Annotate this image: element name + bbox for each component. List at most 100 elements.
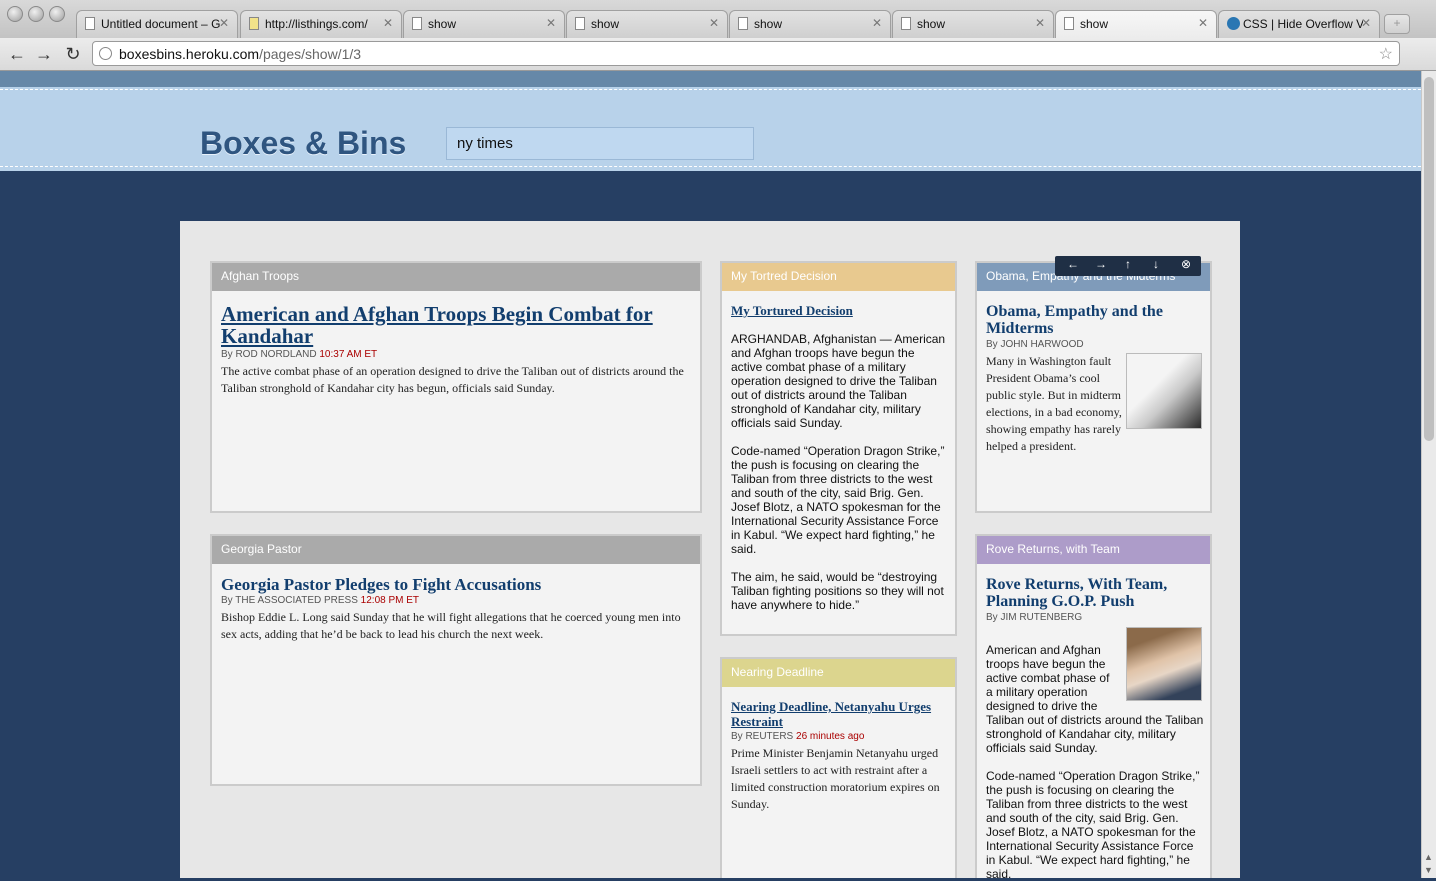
window-close-button[interactable] [7,6,23,22]
headline-link[interactable]: My Tortured Decision [731,303,946,318]
document-icon [85,17,95,30]
browser-tab[interactable]: Untitled document – G ✕ [76,10,238,38]
box-header[interactable]: Nearing Deadline [722,659,955,687]
browser-tab[interactable]: show ✕ [403,10,565,38]
tab-label: show [917,17,946,31]
window-zoom-button[interactable] [49,6,65,22]
headline-link[interactable]: American and Afghan Troops Begin Combat … [221,303,691,347]
site-header: Boxes & Bins [0,71,1421,171]
news-box-afghan[interactable]: Afghan Troops American and Afghan Troops… [210,261,702,513]
move-left-icon[interactable]: ← [1067,257,1079,271]
box-header[interactable]: Georgia Pastor [212,536,700,564]
tab-label: Untitled document – G [101,17,221,31]
tab-label: show [1080,17,1109,31]
browser-tab-active[interactable]: show ✕ [1055,10,1217,38]
author: By ROD NORDLAND [221,349,317,360]
close-icon[interactable]: ✕ [872,16,882,30]
headline-link[interactable]: Georgia Pastor Pledges to Fight Accusati… [221,576,691,594]
paragraph: Code-named “Operation Dragon Strike,” th… [986,769,1200,881]
news-box-rove[interactable]: Rove Returns, with Team Rove Returns, Wi… [975,534,1212,881]
summary: The active combat phase of an operation … [221,364,684,395]
reload-icon[interactable]: ↻ [62,43,84,65]
scroll-down-icon[interactable]: ▼ [1424,865,1433,875]
remove-box-icon[interactable]: ⊗ [1181,257,1191,271]
author: By THE ASSOCIATED PRESS [221,595,358,606]
move-up-icon[interactable]: ↑ [1125,257,1131,271]
address-bar[interactable]: boxesbins.heroku.com/pages/show/1/3 ☆ [92,41,1400,66]
paragraph: American and Afghan troops have begun th… [986,643,1204,755]
browser-tab[interactable]: show ✕ [566,10,728,38]
vertical-scrollbar[interactable]: ▲ ▼ [1421,71,1436,878]
box-header[interactable]: My Tortred Decision [722,263,955,291]
close-icon[interactable]: ✕ [1198,16,1208,30]
news-box-tortured[interactable]: My Tortred Decision My Tortured Decision… [720,261,957,636]
move-right-icon[interactable]: → [1095,257,1107,271]
summary: Bishop Eddie L. Long said Sunday that he… [221,610,681,641]
photo-float-spacer [1122,353,1202,431]
url-host: boxesbins.heroku.com [119,46,260,62]
byline: By THE ASSOCIATED PRESS 12:08 PM ET [221,595,419,606]
summary: Many in Washington fault President Obama… [986,353,1202,455]
page-icon [738,17,748,30]
browser-tab[interactable]: show ✕ [892,10,1054,38]
forward-arrow-icon[interactable]: → [33,43,55,65]
byline: By ROD NORDLAND 10:37 AM ET [221,349,377,360]
close-icon[interactable]: ✕ [1035,16,1045,30]
summary-text: Many in Washington fault President Obama… [986,354,1122,453]
summary: Prime Minister Benjamin Netanyahu urged … [731,746,940,811]
browser-tab[interactable]: CSS | Hide Overflow V ✕ [1218,10,1380,38]
browser-toolbar: ← → ↻ boxesbins.heroku.com/pages/show/1/… [0,38,1436,101]
new-tab-button[interactable]: + [1384,14,1410,34]
close-icon[interactable]: ✕ [219,16,229,30]
close-icon[interactable]: ✕ [709,16,719,30]
headline-link[interactable]: Rove Returns, With Team, Planning G.O.P.… [986,576,1204,610]
headline-link[interactable]: Obama, Empathy and the Midterms [986,303,1201,337]
browser-tabbar: Untitled document – G ✕ http://listhings… [0,0,1436,39]
tab-label: show [591,17,620,31]
news-box-georgia[interactable]: Georgia Pastor Georgia Pastor Pledges to… [210,534,702,786]
headline-link[interactable]: Nearing Deadline, Netanyahu Urges Restra… [731,699,946,729]
browser-tab[interactable]: show ✕ [729,10,891,38]
url-path: /pages/show/1/3 [259,46,362,62]
photo-float-spacer [1112,643,1204,703]
bookmark-star-icon[interactable]: ☆ [1379,44,1393,64]
close-icon[interactable]: ✕ [1361,16,1371,30]
timestamp: 10:37 AM ET [319,349,378,360]
scrollbar-thumb[interactable] [1424,77,1434,441]
tab-label: CSS | Hide Overflow V [1243,17,1363,31]
globe-icon [99,47,112,60]
back-arrow-icon[interactable]: ← [6,43,28,65]
page-icon [1064,17,1074,30]
news-box-netanyahu[interactable]: Nearing Deadline Nearing Deadline, Netan… [720,657,957,878]
box-header[interactable]: Afghan Troops [212,263,700,291]
timestamp: 12:08 PM ET [360,595,420,606]
paragraph: ARGHANDAB, Afghanistan — American and Af… [731,332,946,430]
wordpress-icon [1227,17,1240,30]
box-header[interactable]: Rove Returns, with Team [977,536,1210,564]
page-icon [575,17,585,30]
timestamp: 26 minutes ago [796,731,865,742]
author: By REUTERS [731,731,794,742]
tab-label: http://listhings.com/ [265,17,368,31]
page-icon [412,17,422,30]
tab-label: show [428,17,457,31]
paragraph: Code-named “Operation Dragon Strike,” th… [731,444,945,556]
page-icon [901,17,911,30]
page-icon [249,17,259,30]
byline: By JOHN HARWOOD [986,339,1084,350]
browser-tab[interactable]: http://listhings.com/ ✕ [240,10,402,38]
close-icon[interactable]: ✕ [546,16,556,30]
paragraph: The aim, he said, would be “destroying T… [731,570,944,612]
news-box-obama[interactable]: Obama, Empathy and the Midterms Obama, E… [975,261,1212,513]
byline: By REUTERS 26 minutes ago [731,731,864,742]
site-logo[interactable]: Boxes & Bins [200,125,406,162]
close-icon[interactable]: ✕ [383,16,393,30]
url-text: boxesbins.heroku.com/pages/show/1/3 [119,46,361,62]
byline: By JIM RUTENBERG [986,612,1083,623]
tab-label: show [754,17,783,31]
window-minimize-button[interactable] [28,6,44,22]
box-move-controls: ← → ↑ ↓ ⊗ [1055,256,1201,276]
move-down-icon[interactable]: ↓ [1153,257,1159,271]
scroll-up-icon[interactable]: ▲ [1424,852,1433,862]
search-input[interactable] [446,127,754,160]
